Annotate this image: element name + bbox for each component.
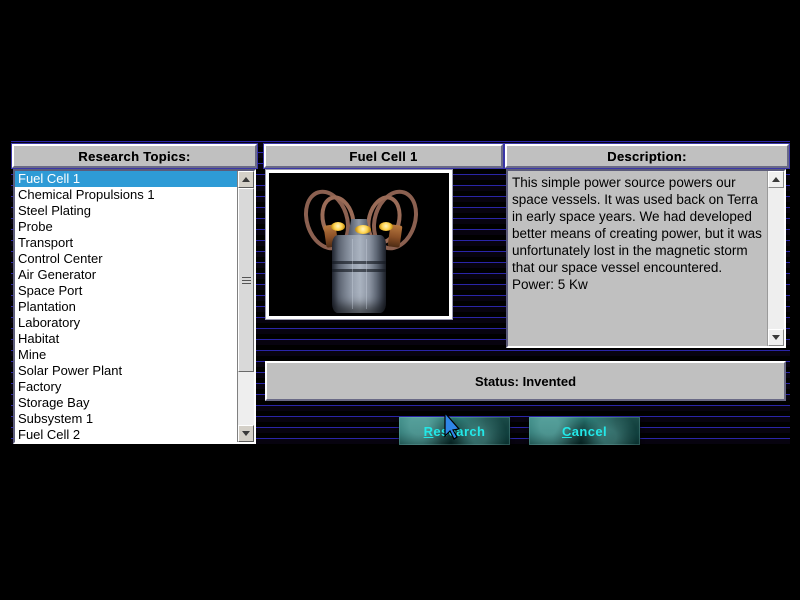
cancel-button[interactable]: Cancel bbox=[529, 417, 640, 445]
topics-scrollbar[interactable] bbox=[237, 171, 254, 442]
research-accel-key: R bbox=[423, 423, 434, 439]
topics-scroll-up-button[interactable] bbox=[238, 171, 254, 188]
fuel-cell-seam-b bbox=[366, 239, 367, 309]
topics-scroll-down-button[interactable] bbox=[238, 425, 254, 442]
research-topics-listbox[interactable]: Fuel Cell 1 Chemical Propulsions 1 Steel P… bbox=[13, 169, 256, 444]
description-text: This simple power source powers our spac… bbox=[508, 171, 767, 346]
arrow-down-icon bbox=[242, 431, 250, 436]
description-scrollbar[interactable] bbox=[767, 171, 784, 346]
list-item[interactable]: Habitat bbox=[15, 331, 237, 347]
list-item[interactable]: Fuel Cell 2 bbox=[15, 427, 237, 442]
item-title: Fuel Cell 1 bbox=[264, 144, 503, 168]
list-item[interactable]: Plantation bbox=[15, 299, 237, 315]
fuel-cell-render-icon bbox=[269, 173, 449, 316]
list-item[interactable]: Chemical Propulsions 1 bbox=[15, 187, 237, 203]
cancel-label-rest: ancel bbox=[571, 423, 608, 439]
list-item[interactable]: Control Center bbox=[15, 251, 237, 267]
list-item[interactable]: Storage Bay bbox=[15, 395, 237, 411]
fuel-cell-lamp-center bbox=[355, 225, 371, 234]
research-topics-list[interactable]: Fuel Cell 1 Chemical Propulsions 1 Steel P… bbox=[15, 171, 237, 442]
research-label-rest: esearch bbox=[433, 423, 486, 439]
topics-scroll-track[interactable] bbox=[238, 188, 254, 425]
topics-title: Research Topics: bbox=[12, 144, 257, 168]
list-item[interactable]: Fuel Cell 1 bbox=[15, 171, 237, 187]
topics-caption-frame: Research Topics: bbox=[11, 143, 258, 169]
description-panel: This simple power source powers our spac… bbox=[506, 169, 786, 348]
cancel-accel-key: C bbox=[561, 423, 572, 439]
list-item[interactable]: Air Generator bbox=[15, 267, 237, 283]
fuel-cell-band-bottom bbox=[332, 269, 386, 272]
description-scroll-up-button[interactable] bbox=[768, 171, 784, 188]
list-item[interactable]: Subsystem 1 bbox=[15, 411, 237, 427]
arrow-up-icon bbox=[242, 177, 250, 182]
description-scroll-track[interactable] bbox=[768, 188, 784, 329]
fuel-cell-seam-a bbox=[352, 239, 353, 309]
topics-scroll-thumb[interactable] bbox=[238, 188, 254, 372]
list-item[interactable]: Space Port bbox=[15, 283, 237, 299]
list-item[interactable]: Laboratory bbox=[15, 315, 237, 331]
list-item[interactable]: Solar Power Plant bbox=[15, 363, 237, 379]
list-item[interactable]: Steel Plating bbox=[15, 203, 237, 219]
fuel-cell-lamp-right bbox=[379, 222, 393, 231]
arrow-down-icon bbox=[772, 335, 780, 340]
fuel-cell-body bbox=[332, 235, 386, 313]
preview-image-frame bbox=[265, 169, 453, 320]
research-button[interactable]: Research bbox=[399, 417, 510, 445]
list-item[interactable]: Probe bbox=[15, 219, 237, 235]
list-item[interactable]: Factory bbox=[15, 379, 237, 395]
description-caption-frame: Description: bbox=[504, 143, 790, 169]
fuel-cell-band-top bbox=[332, 261, 386, 264]
status-bar: Status: Invented bbox=[265, 361, 786, 401]
item-caption-frame: Fuel Cell 1 bbox=[263, 143, 504, 169]
game-screen: Research Topics: Fuel Cell 1 Description… bbox=[0, 0, 800, 600]
fuel-cell-lamp-left bbox=[331, 222, 345, 231]
grip-icon bbox=[241, 275, 251, 286]
description-title: Description: bbox=[505, 144, 789, 168]
arrow-up-icon bbox=[772, 177, 780, 182]
list-item[interactable]: Transport bbox=[15, 235, 237, 251]
list-item[interactable]: Mine bbox=[15, 347, 237, 363]
description-scroll-down-button[interactable] bbox=[768, 329, 784, 346]
